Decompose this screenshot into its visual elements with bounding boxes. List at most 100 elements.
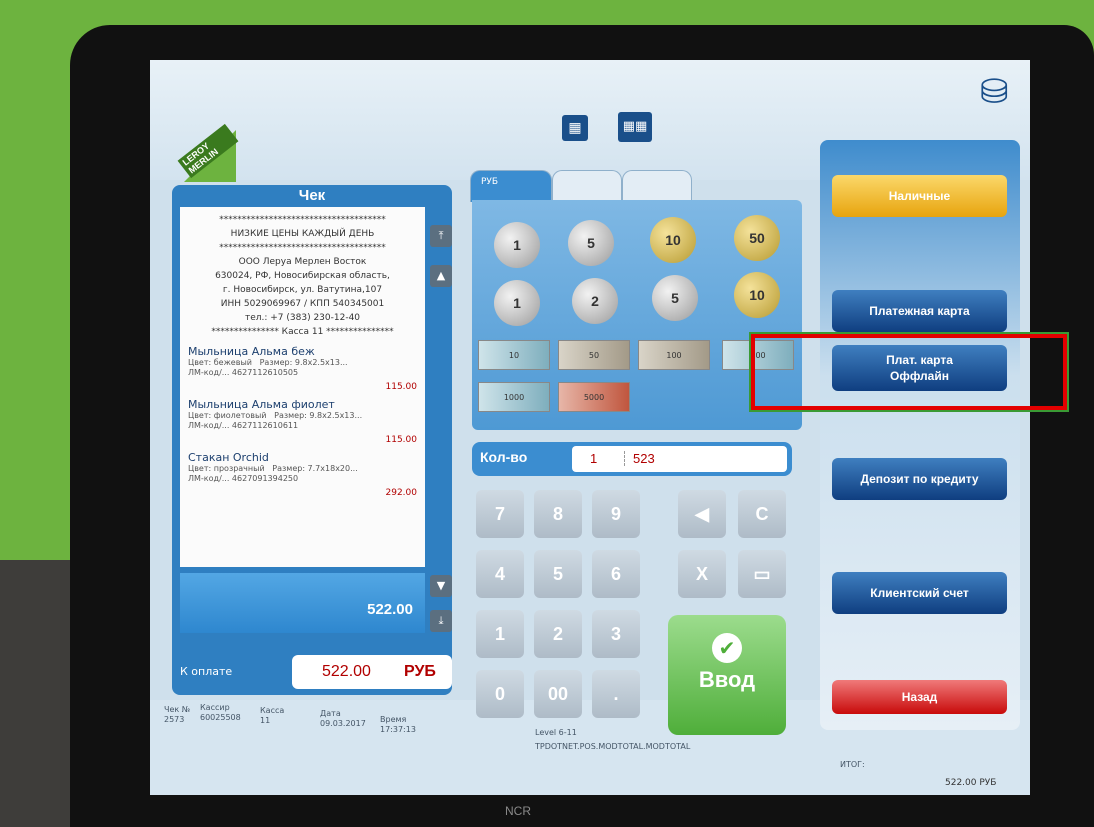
key-1[interactable]: 1 (476, 610, 524, 658)
backspace-key[interactable]: ◀ (678, 490, 726, 538)
banknote-button[interactable]: 1000 (478, 382, 550, 412)
receipt-header-line: ************************************* (219, 215, 386, 225)
receipt-item[interactable]: Мыльница Альма беж Цвет: бежевый Размер:… (188, 345, 417, 392)
receipt-header-line: тел.: +7 (383) 230-12-40 (244, 313, 361, 323)
register: Касса 11 (260, 706, 284, 726)
quantity-value: 1 (590, 451, 598, 466)
key-3[interactable]: 3 (592, 610, 640, 658)
subtotal-value: 522.00 (367, 601, 413, 618)
receipt-header-line: г. Новосибирск, ул. Ватутина,107 (222, 285, 383, 295)
to-pay-value: 522.00 (322, 663, 371, 680)
coin-button[interactable]: 1 (494, 222, 540, 268)
item-color: Цвет: прозрачный (188, 464, 265, 473)
coin-button[interactable]: 50 (734, 215, 780, 261)
coin-button[interactable]: 1 (494, 280, 540, 326)
key-7[interactable]: 7 (476, 490, 524, 538)
item-price: 292.00 (385, 488, 418, 498)
coin-button[interactable]: 2 (572, 278, 618, 324)
banknote-button[interactable]: 100 (638, 340, 710, 370)
to-pay-box: 522.00 РУБ (292, 655, 452, 689)
module-text: TPDOTNET.POS.MODTOTAL.MODTOTAL (535, 742, 691, 751)
receipt-panel: Чек ************************************… (172, 185, 452, 695)
credit-deposit-button[interactable]: Депозит по кредиту (832, 458, 1007, 500)
key-0[interactable]: 0 (476, 670, 524, 718)
item-name: Стакан Orchid (188, 451, 269, 464)
receipt-header-line: ИНН 5029069967 / КПП 540345001 (220, 299, 385, 309)
scroll-bottom-button[interactable]: ⤓ (430, 610, 452, 632)
coin-button[interactable]: 5 (568, 220, 614, 266)
item-color: Цвет: бежевый (188, 358, 252, 367)
pos-screen: LEROY MERLIN ▦ ▦▦ ⛁ Чек ****************… (150, 60, 1030, 795)
time: Время 17:37:13 (380, 715, 416, 735)
key-2[interactable]: 2 (534, 610, 582, 658)
receipt-subtotal-row[interactable]: 522.00 (180, 573, 425, 633)
background-green-left (0, 0, 75, 560)
receipt-header-line: ************************************* (219, 243, 386, 253)
item-code: ЛМ-код/... 4627112610505 (188, 368, 299, 377)
coin-button[interactable]: 5 (652, 275, 698, 321)
receipt-title: Чек (298, 187, 326, 204)
item-code: ЛМ-код/... 4627091394250 (188, 474, 299, 483)
scroll-down-button[interactable]: ▼ (430, 575, 452, 597)
banknote-button[interactable]: 50 (558, 340, 630, 370)
article-code-value: 523 (624, 451, 655, 466)
receipt-body[interactable]: ************************************* НИ… (180, 207, 425, 567)
item-size: Размер: 7.7x18x20... (272, 464, 358, 473)
key-4[interactable]: 4 (476, 550, 524, 598)
quantity-bar: Кол-во 1 523 (472, 442, 792, 476)
date-value: 09.03.2017 (320, 719, 366, 728)
receipt-item[interactable]: Мыльница Альма фиолет Цвет: фиолетовый Р… (188, 398, 417, 445)
clear-key[interactable]: C (738, 490, 786, 538)
scroll-up-button[interactable]: ▲ (430, 265, 452, 287)
check-no-value: 2573 (164, 715, 185, 724)
time-label: Время (380, 715, 407, 724)
ncr-logo: NCR (505, 804, 531, 818)
banknote-button[interactable]: 5000 (558, 382, 630, 412)
level-text: Level 6-11 (535, 728, 577, 737)
key-00[interactable]: 00 (534, 670, 582, 718)
cashier-value: 60025508 (200, 713, 241, 722)
coin-button[interactable]: 10 (734, 272, 780, 318)
receipt-header-line: 630024, РФ, Новосибирская область, (215, 271, 390, 281)
item-size: Размер: 9.8x2.5x13... (274, 411, 363, 420)
key-5[interactable]: 5 (534, 550, 582, 598)
highlight-box (749, 332, 1069, 412)
item-color: Цвет: фиолетовый (188, 411, 267, 420)
banknote-button[interactable]: 10 (478, 340, 550, 370)
calculator-icon[interactable]: ▦ (562, 115, 588, 141)
key-6[interactable]: 6 (592, 550, 640, 598)
leroy-merlin-logo: LEROY MERLIN (177, 123, 239, 190)
item-price: 115.00 (385, 435, 418, 445)
tab-2[interactable] (552, 170, 622, 202)
item-meta: Цвет: фиолетовый Размер: 9.8x2.5x13... (188, 411, 417, 421)
enter-label: Ввод (698, 667, 756, 692)
date: Дата 09.03.2017 (320, 709, 366, 729)
key-8[interactable]: 8 (534, 490, 582, 538)
tab-3[interactable] (622, 170, 692, 202)
coin-button[interactable]: 10 (650, 217, 696, 263)
client-account-button[interactable]: Клиентский счет (832, 572, 1007, 614)
tab-rub[interactable]: РУБ (470, 170, 552, 202)
item-meta: Цвет: прозрачный Размер: 7.7x18x20... (188, 464, 417, 474)
key-decimal[interactable]: . (592, 670, 640, 718)
key-9[interactable]: 9 (592, 490, 640, 538)
receipt-item[interactable]: Стакан Orchid Цвет: прозрачный Размер: 7… (188, 451, 417, 498)
folder-key[interactable]: ▭ (738, 550, 786, 598)
payment-panel: Наличные Платежная карта Плат. карта Офф… (820, 140, 1020, 730)
item-size: Размер: 9.8x2.5x13... (259, 358, 348, 367)
quantity-label: Кол-во (480, 449, 528, 465)
total-label: ИТОГ: (840, 760, 865, 769)
scroll-top-button[interactable]: ⤒ (430, 225, 452, 247)
keyboard-grid-icon[interactable]: ▦▦ (618, 112, 652, 142)
to-pay-currency: РУБ (404, 663, 436, 680)
multiply-key[interactable]: X (678, 550, 726, 598)
database-status-icon: ⛁ (980, 72, 1009, 112)
cashier: Кассир 60025508 (200, 703, 241, 723)
enter-button[interactable]: ✔ Ввод (668, 615, 786, 735)
quantity-input[interactable]: 1 523 (572, 446, 787, 472)
check-no-label: Чек № (164, 705, 191, 714)
cashier-label: Кассир (200, 703, 230, 712)
back-button[interactable]: Назад (832, 680, 1007, 714)
cash-button[interactable]: Наличные (832, 175, 1007, 217)
card-button[interactable]: Платежная карта (832, 290, 1007, 332)
